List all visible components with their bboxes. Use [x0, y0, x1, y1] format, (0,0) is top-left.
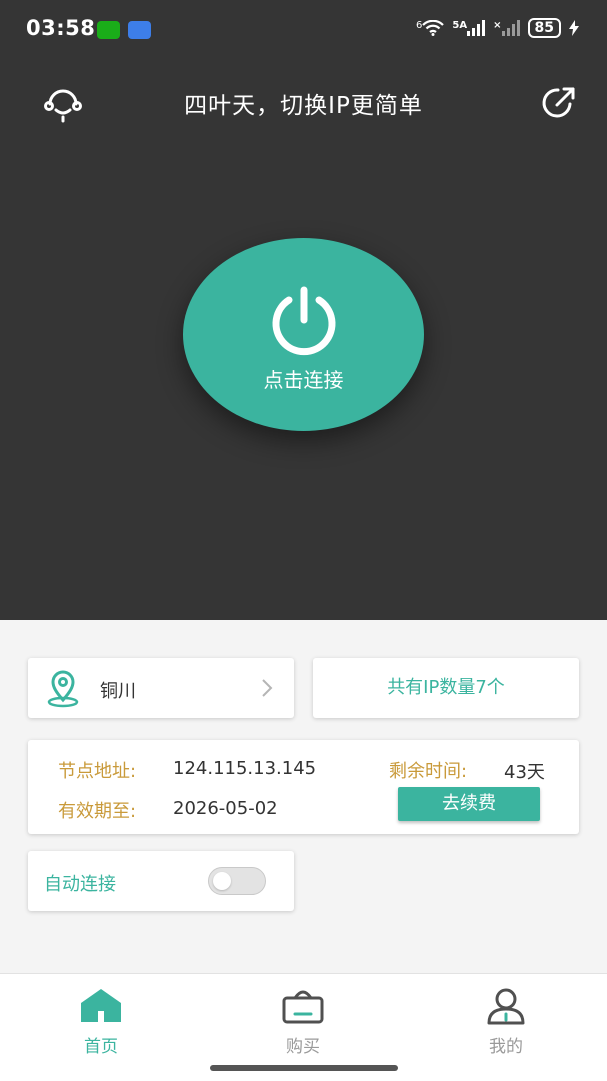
ip-count-card[interactable]: 共有IP数量7个 — [313, 658, 579, 718]
home-indicator[interactable] — [210, 1065, 398, 1071]
auto-connect-toggle[interactable] — [208, 867, 266, 895]
location-pin-icon — [47, 670, 79, 708]
signal-bars-icon — [467, 20, 486, 36]
tab-home[interactable]: 首页 — [41, 986, 161, 1057]
chevron-right-icon — [262, 679, 273, 697]
cell-signal-2: × — [493, 20, 520, 36]
tab-me[interactable]: 我的 — [446, 986, 566, 1057]
remaining-time-value: 43天 — [504, 762, 545, 783]
remaining-time-label: 剩余时间: — [389, 761, 468, 782]
connect-label: 点击连接 — [263, 368, 344, 392]
top-panel: 03:58 6 5A × 85 四叶天，切换IP更简单 点击连接 — [0, 0, 607, 620]
usb-icon — [128, 21, 151, 39]
no-signal-icon: × — [493, 20, 502, 31]
charging-icon — [569, 20, 579, 36]
expiry-value: 2026-05-02 — [173, 798, 278, 819]
node-address-label: 节点地址: — [58, 761, 137, 782]
cell-signal-1: 5A — [452, 20, 486, 36]
ip-count-text: 共有IP数量7个 — [387, 677, 505, 698]
user-icon — [487, 988, 525, 1025]
expiry-label: 有效期至: — [58, 801, 137, 822]
power-icon — [272, 286, 336, 356]
wifi-icon: 6 — [416, 20, 445, 36]
wechat-icon — [97, 21, 120, 39]
connect-button[interactable]: 点击连接 — [183, 238, 424, 431]
tab-buy[interactable]: 购买 — [243, 986, 363, 1057]
signal-bars-dim-icon — [501, 20, 520, 36]
tab-me-label: 我的 — [489, 1037, 523, 1057]
share-icon[interactable] — [540, 84, 578, 122]
node-address-value: 124.115.13.145 — [173, 758, 317, 779]
status-indicators: 6 5A × 85 — [416, 18, 579, 38]
page-title: 四叶天，切换IP更简单 — [184, 93, 423, 119]
status-time: 03:58 — [26, 16, 96, 40]
location-selector[interactable]: 铜川 — [28, 658, 294, 718]
status-bar: 03:58 6 5A × 85 — [0, 0, 607, 60]
node-info-card: 节点地址: 124.115.13.145 剩余时间: 43天 有效期至: 202… — [28, 740, 579, 834]
battery-level: 85 — [527, 18, 561, 38]
auto-connect-label: 自动连接 — [44, 874, 116, 895]
location-name: 铜川 — [100, 681, 136, 702]
signal-label: 5A — [452, 20, 468, 31]
app-header: 四叶天，切换IP更简单 — [0, 72, 607, 132]
renew-button[interactable]: 去续费 — [398, 787, 540, 821]
home-icon — [81, 989, 121, 1022]
basket-icon — [282, 990, 324, 1024]
toggle-knob — [213, 872, 231, 890]
tab-home-label: 首页 — [84, 1037, 118, 1057]
auto-connect-card: 自动连接 — [28, 851, 294, 911]
tab-buy-label: 购买 — [286, 1037, 320, 1057]
